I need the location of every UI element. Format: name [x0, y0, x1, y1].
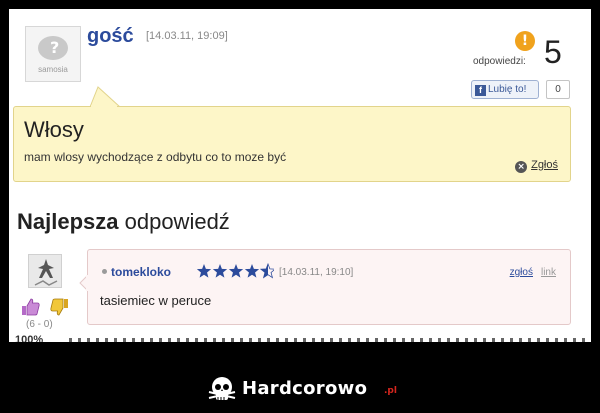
skull-icon: [208, 377, 236, 400]
answer-username[interactable]: tomekloko: [102, 265, 171, 279]
like-count: 0: [546, 80, 570, 99]
user-avatar[interactable]: ? samosia: [25, 26, 81, 82]
question-box: Włosy mam wlosy wychodzące z odbytu co t…: [13, 106, 571, 182]
like-label: Lubię to!: [488, 84, 527, 95]
report-question-link[interactable]: × Zgłoś: [515, 159, 558, 173]
answer-actions: zgłoś link: [510, 267, 556, 278]
watermark-name: Hardcorowo: [242, 378, 368, 399]
vote-thumbs: [22, 298, 68, 316]
star-icon: [196, 264, 212, 278]
avatar-label: samosia: [38, 65, 68, 74]
watermark-tld: .pl: [384, 386, 397, 396]
best-answer-heading: Najlepsza odpowiedź: [17, 209, 230, 234]
thumbs-up-icon[interactable]: [22, 298, 40, 316]
star-icon: [212, 264, 228, 278]
answer-user-avatar[interactable]: [28, 254, 62, 288]
question-body: mam wlosy wychodzące z odbytu co to moze…: [24, 150, 287, 164]
status-dot-icon: [102, 269, 107, 274]
rating-stars: [196, 263, 274, 279]
report-answer-link[interactable]: zgłoś: [510, 267, 533, 278]
answer-body: tasiemiec w peruce: [100, 293, 212, 308]
vote-count: (6 - 0): [26, 319, 53, 330]
thumbs-down-icon[interactable]: [50, 298, 68, 316]
answer-date: [14.03.11, 19:10]: [279, 267, 354, 278]
facebook-like-button[interactable]: f Lubię to!: [471, 80, 539, 99]
question-title: Włosy: [24, 117, 84, 142]
answers-label: odpowiedzi:: [473, 56, 526, 67]
vote-percent: 100%: [15, 334, 44, 342]
question-author[interactable]: gość: [87, 25, 134, 48]
watermark-bar: Hardcorowo .pl: [0, 342, 600, 413]
answer-permalink[interactable]: link: [541, 267, 556, 278]
page-frame: ? samosia gość [14.03.11, 19:09] ! odpow…: [9, 9, 591, 342]
facebook-icon: f: [475, 85, 486, 96]
star-icon: [228, 264, 244, 278]
answers-count: 5: [544, 34, 562, 70]
report-icon: ×: [515, 161, 528, 173]
answers-warning-icon: !: [515, 31, 535, 51]
star-icon: [244, 264, 260, 278]
figure-icon: [29, 255, 61, 287]
answer-box: tomekloko [14.03.11, 19:10] zgłoś link ta…: [87, 249, 571, 325]
question-date: [14.03.11, 19:09]: [146, 30, 228, 42]
